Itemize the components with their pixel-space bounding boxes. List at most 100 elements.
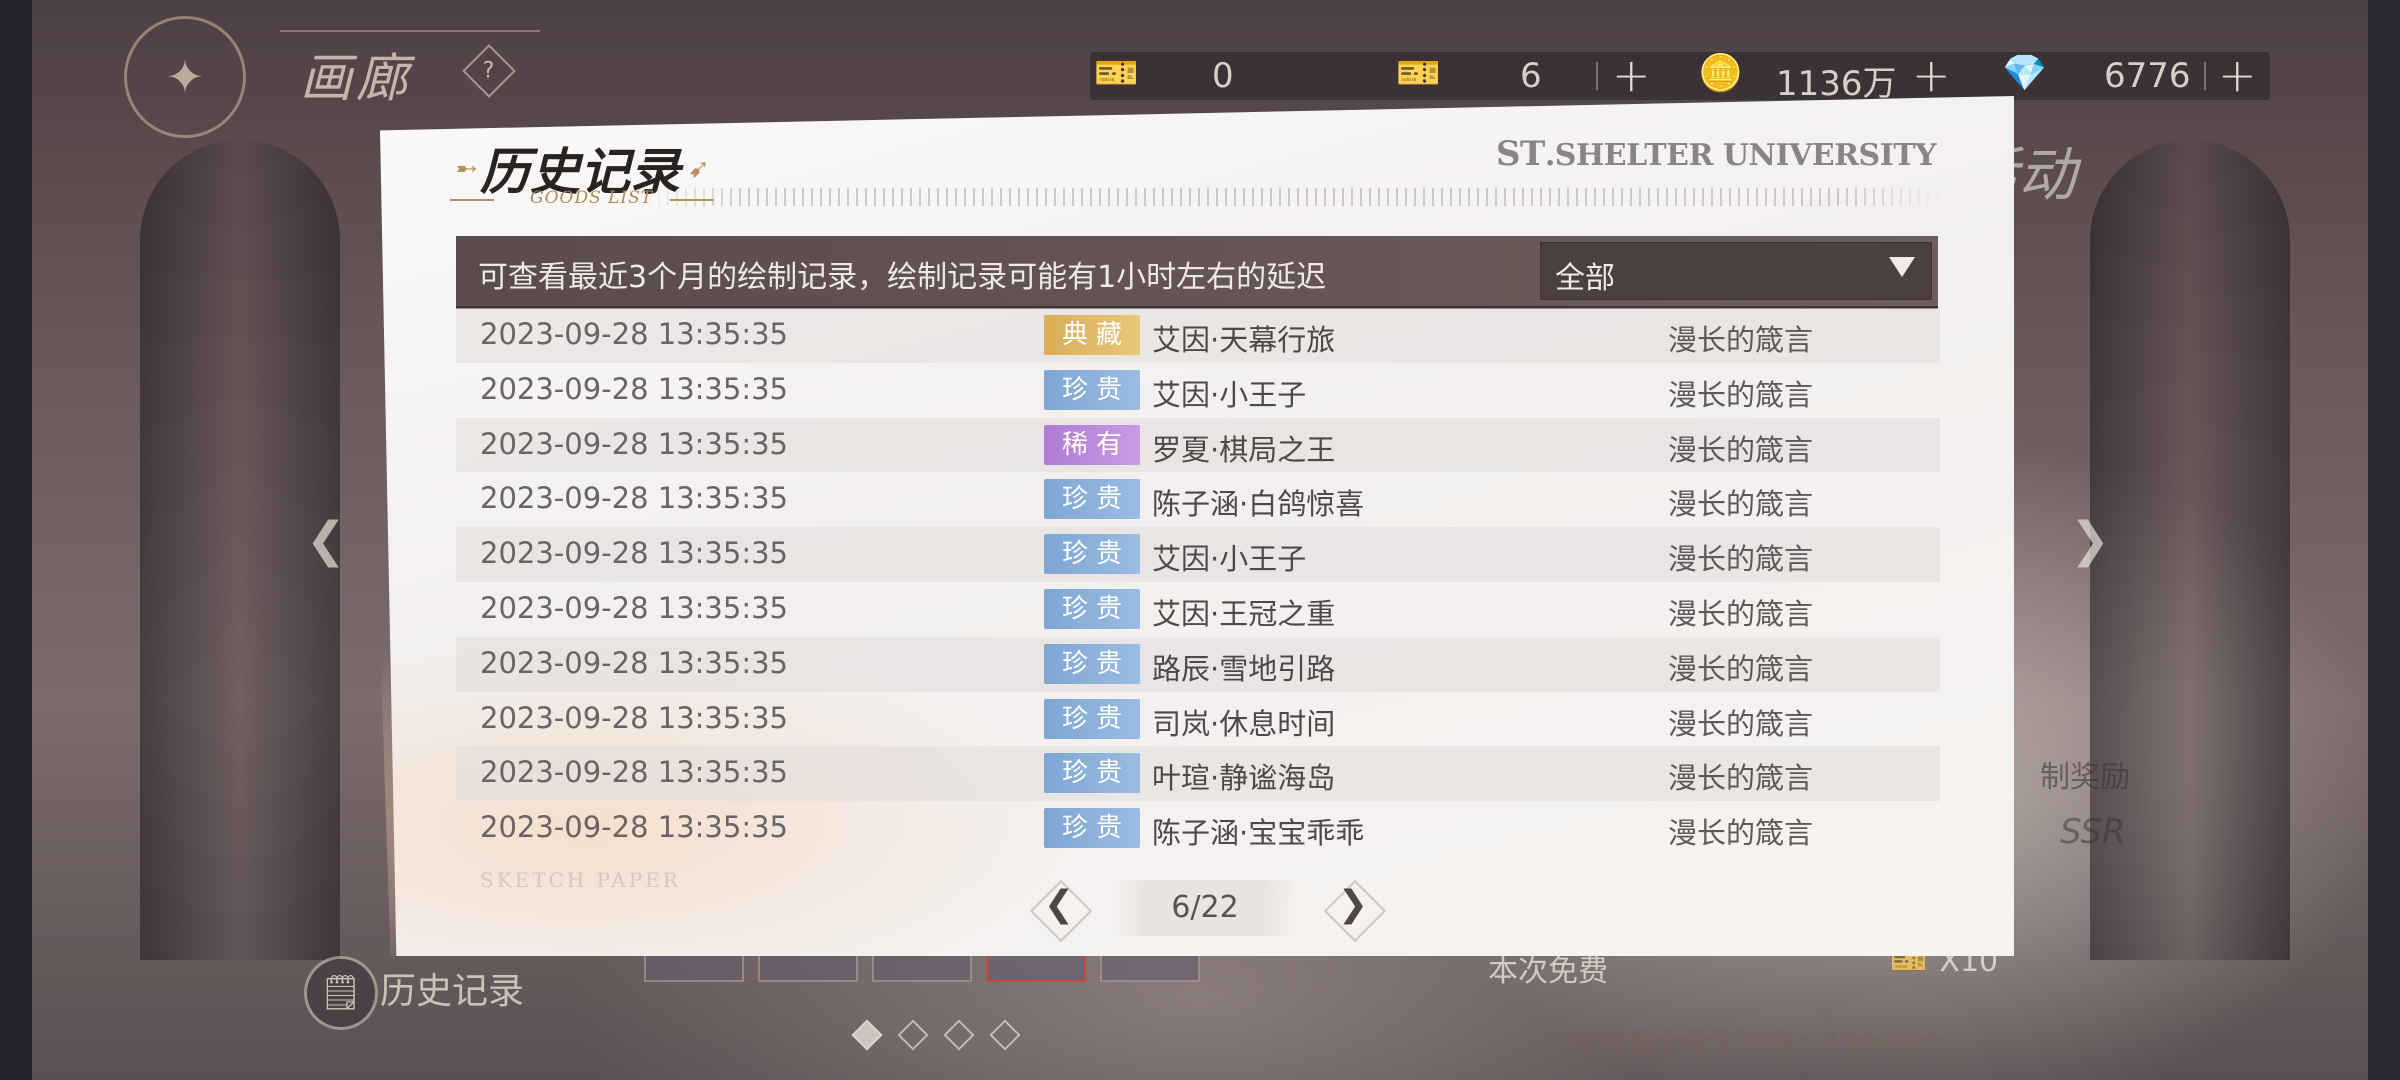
card-name: 艾因·王冠之重: [1152, 596, 1336, 631]
prev-page-button[interactable]: ❮: [1026, 876, 1093, 943]
history-row: 2023-09-28 13:35:35 珍贵 艾因·小王子 漫长的箴言: [456, 363, 1940, 418]
title-ornament-left-icon: ➸: [456, 154, 478, 184]
pagination: ❮ 6/22 ❯: [1026, 876, 1387, 943]
currency-value-3: 6776: [2104, 56, 2191, 96]
rarity-badge: 珍贵: [1044, 753, 1140, 794]
ticket-icon: 🎫: [1396, 53, 1441, 94]
rarity-badge: 珍贵: [1044, 479, 1140, 520]
rarity-badge: 珍贵: [1044, 643, 1140, 684]
card-name: 陈子涵·宝宝乖乖: [1152, 816, 1365, 851]
notice-bar: 可查看最近3个月的绘制记录，绘制记录可能有1小时左右的延迟 全部: [456, 236, 1938, 309]
draw-time: 2023-09-28 13:35:35: [480, 426, 788, 461]
diamond-icon: 💎: [2002, 53, 2047, 94]
page-dot: [897, 1019, 929, 1051]
rarity-badge: 珍贵: [1044, 534, 1140, 575]
rarity-badge: 珍贵: [1044, 808, 1140, 849]
card-name: 司岚·休息时间: [1152, 706, 1336, 741]
rarity-badge: 稀有: [1044, 424, 1140, 465]
arrow-left-icon: ❮: [1043, 884, 1075, 925]
card-name: 陈子涵·白鸽惊喜: [1152, 487, 1365, 522]
brand-logo: ST.SHELTER UNIVERSITY: [1495, 134, 1937, 174]
modal-subtitle: GOODS LIST: [530, 188, 654, 208]
card-name: 路辰·雪地引路: [1152, 651, 1336, 686]
reward-label: 制奖励: [2040, 760, 2130, 795]
pool-name: 漫长的箴言: [1668, 487, 1814, 522]
currency-bar-bg: [1090, 52, 2270, 100]
draw-time: 2023-09-28 13:35:35: [480, 645, 788, 680]
rarity-badge: 珍贵: [1044, 698, 1140, 739]
card-name: 叶瑄·静谧海岛: [1152, 761, 1336, 796]
history-row: 2023-09-28 13:35:35 珍贵 艾因·小王子 漫长的箴言: [456, 527, 1940, 582]
history-icon[interactable]: 🗒: [304, 956, 378, 1030]
arrow-right-icon: ❯: [1337, 884, 1369, 925]
pool-name: 漫长的箴言: [1668, 432, 1814, 467]
title-ornament-right-icon: ➹: [688, 154, 710, 184]
draw-time: 2023-09-28 13:35:35: [480, 755, 788, 790]
history-button-label[interactable]: 历史记录: [380, 962, 524, 1014]
history-modal: ➸ 历史记录 ➹ GOODS LIST ST.SHELTER UNIVERSIT…: [380, 96, 2014, 956]
history-row: 2023-09-28 13:35:35 珍贵 陈子涵·白鸽惊喜 漫长的箴言: [456, 472, 1940, 527]
sketch-paper-watermark: SKETCH PAPER: [480, 868, 681, 892]
draw-time: 2023-09-28 13:35:35: [480, 700, 788, 735]
rarity-badge: 珍贵: [1044, 369, 1140, 410]
draw-time: 2023-09-28 13:35:35: [480, 810, 788, 845]
card-name: 罗夏·棋局之王: [1152, 432, 1336, 467]
history-row: 2023-09-28 13:35:35 珍贵 陈子涵·宝宝乖乖 漫长的箴言: [456, 801, 1940, 856]
filter-dropdown[interactable]: 全部: [1540, 242, 1932, 300]
page-number: 6/22: [1171, 890, 1239, 925]
history-list: 2023-09-28 13:35:35 典藏 艾因·天幕行旅 漫长的箴言 2023-09…: [456, 308, 1940, 856]
currency-value-1: 6: [1520, 56, 1542, 96]
pool-name: 漫长的箴言: [1668, 706, 1814, 741]
history-row: 2023-09-28 13:35:35 珍贵 叶瑄·静谧海岛 漫长的箴言: [456, 746, 1940, 802]
draw-time: 2023-09-28 13:35:35: [480, 481, 788, 516]
screen-edge-right: [2368, 0, 2400, 1080]
remaining-draws: 今日剩余绘制次数：190/999: [1572, 1027, 1941, 1060]
page-indicator: [851, 1019, 1021, 1051]
brand-st: ST: [1495, 134, 1545, 174]
prev-banner-arrow-icon[interactable]: ❮: [296, 512, 356, 568]
page-dot: [989, 1019, 1021, 1051]
page-dot: [943, 1019, 975, 1051]
divider: [1596, 62, 1598, 90]
pool-name: 漫长的箴言: [1668, 761, 1814, 796]
draw-time: 2023-09-28 13:35:35: [480, 536, 788, 571]
history-row: 2023-09-28 13:35:35 珍贵 路辰·雪地引路 漫长的箴言: [456, 636, 1940, 692]
next-banner-arrow-icon[interactable]: ❯: [2060, 512, 2120, 568]
filter-selected: 全部: [1555, 261, 1615, 296]
title-divider: [280, 30, 540, 32]
page-dot-active: [851, 1019, 883, 1051]
history-row: 2023-09-28 13:35:35 稀有 罗夏·棋局之王 漫长的箴言: [456, 417, 1940, 473]
rarity-badge: 典藏: [1044, 315, 1140, 355]
help-icon: ?: [483, 58, 495, 84]
subtitle-line: [450, 199, 494, 201]
rarity-badge: 珍贵: [1044, 588, 1140, 629]
draw-time: 2023-09-28 13:35:35: [480, 590, 788, 625]
pool-name: 漫长的箴言: [1668, 651, 1814, 686]
ssr-label: SSR: [2060, 812, 2126, 852]
add-ticket-button[interactable]: +: [1612, 48, 1651, 102]
draw-time: 2023-09-28 13:35:35: [480, 371, 788, 406]
pool-name: 漫长的箴言: [1668, 377, 1814, 412]
chevron-down-icon: [1889, 257, 1915, 277]
card-name: 艾因·天幕行旅: [1152, 323, 1336, 357]
divider: [2204, 62, 2206, 90]
currency-value-0: 0: [1212, 56, 1234, 96]
card-name: 艾因·小王子: [1152, 377, 1307, 412]
brand-rest: .SHELTER UNIVERSITY: [1544, 138, 1937, 173]
add-coin-button[interactable]: +: [1912, 48, 1951, 102]
ruler-decoration: [640, 188, 1944, 206]
pool-name: 漫长的箴言: [1668, 596, 1814, 631]
butterfly-emblem-icon: ✦: [124, 16, 246, 138]
coin-icon: 🪙: [1698, 53, 1743, 94]
ticket-icon: 🎫: [1094, 53, 1139, 94]
notice-text: 可查看最近3个月的绘制记录，绘制记录可能有1小时左右的延迟: [478, 260, 1327, 295]
screen-edge-left: [0, 0, 32, 1080]
next-page-button[interactable]: ❯: [1320, 876, 1387, 943]
pool-name: 漫长的箴言: [1668, 323, 1814, 357]
history-row: 2023-09-28 13:35:35 珍贵 艾因·王冠之重 漫长的箴言: [456, 582, 1940, 637]
history-row: 2023-09-28 13:35:35 典藏 艾因·天幕行旅 漫长的箴言: [456, 308, 1940, 363]
draw-time: 2023-09-28 13:35:35: [480, 317, 788, 351]
add-diamond-button[interactable]: +: [2218, 48, 2257, 102]
pool-name: 漫长的箴言: [1668, 542, 1814, 577]
history-row: 2023-09-28 13:35:35 珍贵 司岚·休息时间 漫长的箴言: [456, 692, 1940, 747]
